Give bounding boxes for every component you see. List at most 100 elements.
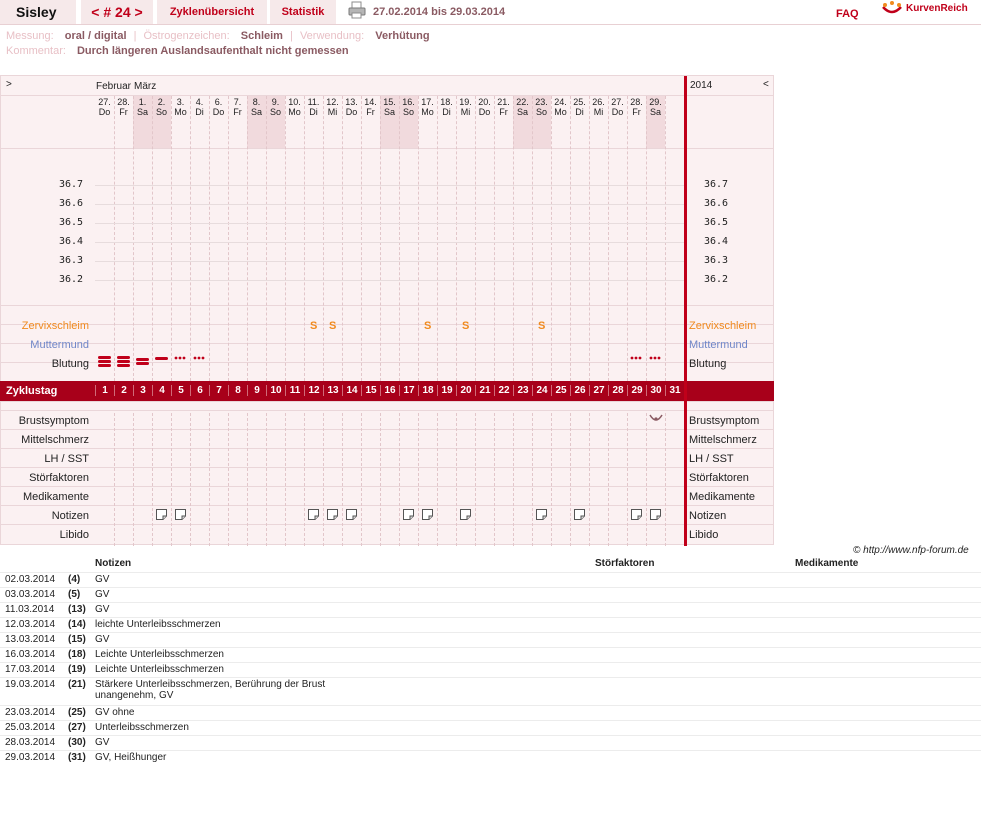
cycle-day-number[interactable]: 22 [494,385,513,396]
cycle-day-number[interactable]: 6 [190,385,209,396]
note-cycle-day: (4) [68,574,81,585]
day-header[interactable]: 13. Do [342,97,361,117]
note-icon[interactable] [650,509,661,520]
cycle-day-number[interactable]: 24 [532,385,551,396]
day-header[interactable]: 1. Sa [133,97,152,117]
note-icon[interactable] [422,509,433,520]
cycle-day-number[interactable]: 19 [437,385,456,396]
cycle-day-number[interactable]: 18 [418,385,437,396]
cycle-day-number[interactable]: 7 [209,385,228,396]
note-icon[interactable] [346,509,357,520]
day-header[interactable]: 20. Do [475,97,494,117]
cycle-day-number[interactable]: 16 [380,385,399,396]
day-header[interactable]: 6. Do [209,97,228,117]
day-header[interactable]: 17. Mo [418,97,437,117]
note-icon[interactable] [403,509,414,520]
note-icon[interactable] [574,509,585,520]
cycle-day-number[interactable]: 13 [323,385,342,396]
mucus-mark[interactable]: S [329,320,336,332]
day-header[interactable]: 27. Do [608,97,627,117]
day-header[interactable]: 23. So [532,97,551,117]
mucus-mark[interactable]: S [310,320,317,332]
bleeding-heavy-mark[interactable] [117,355,131,370]
note-icon[interactable] [175,509,186,520]
day-header[interactable]: 24. Mo [551,97,570,117]
day-header[interactable]: 8. Sa [247,97,266,117]
day-header[interactable]: 7. Fr [228,97,247,117]
day-header[interactable]: 28. Fr [114,97,133,117]
cycle-day-number[interactable]: 14 [342,385,361,396]
cycle-day-number[interactable]: 12 [304,385,323,396]
day-header[interactable]: 27. Do [95,97,114,117]
day-header[interactable]: 21. Fr [494,97,513,117]
tab-cycle-overview[interactable]: Zyklenübersicht [157,0,267,24]
cycle-day-number[interactable]: 4 [152,385,171,396]
bleeding-spotting-mark[interactable] [174,355,188,370]
grid-line [266,413,267,546]
note-icon[interactable] [308,509,319,520]
cycle-day-number[interactable]: 30 [646,385,665,396]
cycle-day-number[interactable]: 27 [589,385,608,396]
bleeding-heavy-mark[interactable] [98,355,112,370]
kurvenreich-logo[interactable]: KurvenReich [879,0,981,24]
cycle-day-number[interactable]: 5 [171,385,190,396]
cycle-day-number[interactable]: 2 [114,385,133,396]
cycle-day-number[interactable]: 9 [247,385,266,396]
cycle-day-number[interactable]: 31 [665,385,684,396]
day-header[interactable]: 22. Sa [513,97,532,117]
cycle-day-number[interactable]: 3 [133,385,152,396]
cycle-day-number[interactable]: 10 [266,385,285,396]
day-header[interactable]: 3. Mo [171,97,190,117]
bleeding-light-mark[interactable] [155,355,169,370]
printer-icon[interactable] [348,0,368,24]
note-icon[interactable] [460,509,471,520]
faq-link[interactable]: FAQ [836,2,859,26]
note-icon[interactable] [631,509,642,520]
day-header[interactable]: 28. Fr [627,97,646,117]
note-icon[interactable] [536,509,547,520]
cycle-day-number[interactable]: 28 [608,385,627,396]
nav-prev-arrow[interactable]: > [6,79,12,90]
cycle-day-number[interactable]: 15 [361,385,380,396]
day-header[interactable]: 15. Sa [380,97,399,117]
cycle-day-number[interactable]: 21 [475,385,494,396]
note-icon[interactable] [327,509,338,520]
cycle-day-number[interactable]: 8 [228,385,247,396]
bleeding-spotting-mark[interactable] [649,355,663,370]
divider [1,148,773,149]
day-header[interactable]: 12. Mi [323,97,342,117]
breast-symptom-icon[interactable] [649,412,663,429]
bleeding-medium-mark[interactable] [136,355,150,370]
day-header[interactable]: 16. So [399,97,418,117]
mucus-mark[interactable]: S [424,320,431,332]
nav-next-arrow[interactable]: < [763,79,769,90]
note-icon[interactable] [156,509,167,520]
grid-line [532,413,533,546]
day-header[interactable]: 10. Mo [285,97,304,117]
day-header[interactable]: 18. Di [437,97,456,117]
day-header[interactable]: 4. Di [190,97,209,117]
table-row: 25.03.2014 (27) Unterleibsschmerzen [0,720,981,735]
day-header[interactable]: 19. Mi [456,97,475,117]
cycle-day-number[interactable]: 26 [570,385,589,396]
cycle-navigator[interactable]: < # 24 > [81,0,153,24]
day-header[interactable]: 9. So [266,97,285,117]
day-header[interactable]: 26. Mi [589,97,608,117]
day-header[interactable]: 29. Sa [646,97,665,117]
cycle-day-number[interactable]: 20 [456,385,475,396]
mucus-mark[interactable]: S [462,320,469,332]
bleeding-spotting-mark[interactable] [193,355,207,370]
bleeding-spotting-mark[interactable] [630,355,644,370]
cycle-day-number[interactable]: 25 [551,385,570,396]
day-header[interactable]: 11. Di [304,97,323,117]
day-header[interactable]: 2. So [152,97,171,117]
day-header[interactable]: 25. Di [570,97,589,117]
day-header[interactable]: 14. Fr [361,97,380,117]
cycle-day-number[interactable]: 11 [285,385,304,396]
tab-statistics[interactable]: Statistik [270,0,336,24]
mucus-mark[interactable]: S [538,320,545,332]
cycle-day-number[interactable]: 17 [399,385,418,396]
cycle-day-number[interactable]: 29 [627,385,646,396]
cycle-day-number[interactable]: 23 [513,385,532,396]
cycle-day-number[interactable]: 1 [95,385,114,396]
